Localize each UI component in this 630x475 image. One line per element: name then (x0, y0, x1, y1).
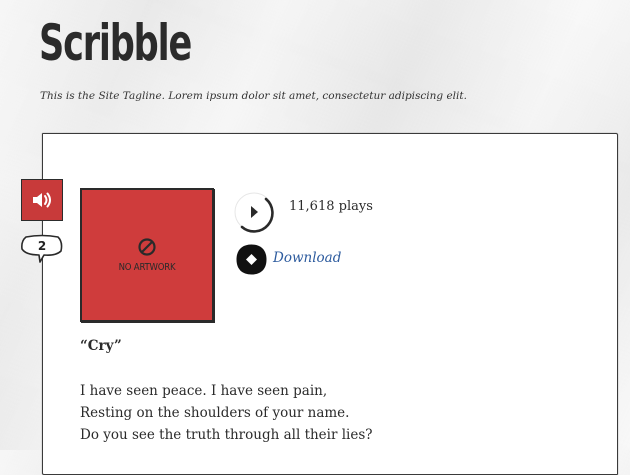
lyric-line: I have seen peace. I have seen pain, (80, 383, 328, 399)
site-tagline: This is the Site Tagline. Lorem ipsum do… (40, 90, 467, 102)
no-artwork-label: NO ARTWORK (118, 262, 176, 273)
post-title[interactable]: “Cry” (80, 338, 122, 354)
speaker-icon (33, 192, 51, 208)
plays-count: 11,618 plays (289, 199, 373, 214)
download-button[interactable] (235, 243, 268, 276)
play-button[interactable] (232, 190, 278, 236)
download-link[interactable]: Download (273, 250, 341, 266)
comment-count: 2 (37, 239, 47, 253)
artwork-placeholder: NO ARTWORK (80, 188, 214, 322)
post-body: I have seen peace. I have seen pain, Res… (80, 380, 373, 446)
prohibited-icon (138, 238, 156, 256)
play-icon (234, 192, 274, 233)
download-icon (236, 244, 267, 275)
lyric-line: Do you see the truth through all their l… (80, 427, 373, 443)
lyric-line: Resting on the shoulders of your name. (80, 405, 350, 421)
comment-count-bubble[interactable]: 2 (20, 234, 64, 264)
audio-format-badge (21, 179, 63, 221)
site-title[interactable]: Scribble (39, 8, 192, 78)
